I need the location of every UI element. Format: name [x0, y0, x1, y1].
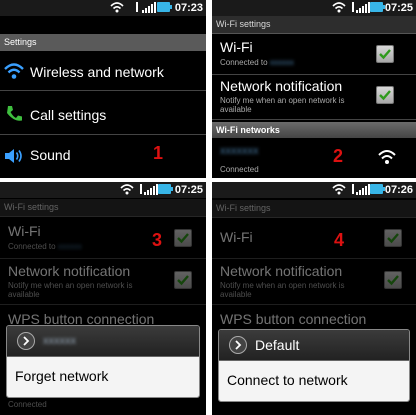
wifi-toggle-row[interactable]: Wi-Fi Connected to xxxxxx: [212, 34, 416, 75]
page-title: Wi-Fi settings: [0, 199, 206, 217]
forget-network-button[interactable]: Forget network: [7, 357, 199, 397]
wifi-title: Wi-Fi: [8, 223, 41, 239]
panel-connect-network: 07:26 Wi-Fi settings Wi-Fi Network notif…: [212, 182, 416, 415]
dialog-title: xxxxxx: [43, 335, 76, 347]
wifi-signal-icon: [378, 149, 396, 170]
menu-item-label: Call settings: [30, 107, 107, 123]
status-time: 07:26: [384, 184, 413, 196]
network-context-dialog: Default Connect to network: [218, 329, 410, 402]
menu-item-call-settings[interactable]: Call settings: [0, 96, 206, 135]
step-number: 2: [333, 146, 344, 166]
wifi-toggle-row: Wi-Fi: [212, 218, 416, 259]
usb-icon: [134, 1, 140, 16]
battery-icon: [157, 1, 172, 16]
status-bar: 07:25: [212, 0, 416, 16]
speaker-icon: [4, 148, 24, 169]
wifi-title: Wi-Fi: [220, 39, 253, 55]
signal-icon: [356, 1, 370, 16]
notification-title: Network notification: [220, 263, 343, 279]
notification-checkbox[interactable]: [376, 86, 394, 104]
step-number: 3: [152, 230, 163, 250]
wifi-icon: [4, 62, 24, 85]
network-notification-row: Network notification Notify me when an o…: [212, 260, 416, 305]
wps-title: WPS button connection: [220, 311, 367, 327]
status-bar: 07:25: [0, 182, 206, 198]
menu-item-wireless[interactable]: Wireless and network: [0, 52, 206, 91]
network-status: Connected: [220, 165, 259, 174]
network-list-item[interactable]: xxxxxxx Connected: [212, 139, 416, 177]
wps-row: WPS button connection: [212, 308, 416, 328]
wifi-title: Wi-Fi: [220, 229, 253, 245]
chevron-right-icon: [17, 332, 35, 350]
wifi-status-icon: [332, 183, 346, 198]
status-bar: 07:26: [212, 182, 416, 198]
status-time: 07:25: [384, 2, 413, 14]
signal-icon: [142, 1, 156, 16]
status-time: 07:25: [174, 184, 203, 196]
panel-wifi-settings: 07:25 Wi-Fi settings Wi-Fi Connected to …: [212, 0, 416, 178]
notification-checkbox: [384, 271, 402, 289]
network-notification-row[interactable]: Network notification Notify me when an o…: [212, 75, 416, 120]
wifi-networks-header: Wi-Fi networks: [212, 122, 416, 138]
signal-icon: [356, 183, 370, 198]
network-context-dialog: xxxxxx Forget network: [6, 325, 200, 398]
wifi-status: Connected to xxxxxx: [220, 58, 294, 67]
step-number: 1: [153, 143, 164, 163]
notification-desc: Notify me when an open network is availa…: [8, 281, 133, 299]
notification-desc: Notify me when an open network is availa…: [220, 96, 345, 114]
wifi-status: Connected to xxxxxx: [8, 242, 82, 251]
notification-title: Network notification: [8, 263, 131, 279]
wifi-status-icon: [120, 183, 134, 198]
network-status: Connected: [8, 400, 47, 409]
wifi-checkbox: [174, 229, 192, 247]
dialog-header: xxxxxx: [7, 326, 199, 357]
battery-icon: [370, 183, 385, 198]
phone-icon: [4, 104, 24, 129]
battery-icon: [370, 1, 385, 16]
page-title: Settings: [0, 34, 206, 51]
network-name: xxxxxxx: [220, 145, 259, 157]
signal-icon: [144, 183, 158, 198]
panel-settings: 07:23 Settings Wireless and network Call…: [0, 0, 206, 178]
dialog-header: Default: [219, 330, 409, 361]
chevron-right-icon: [229, 336, 247, 354]
wifi-status-icon: [110, 1, 124, 16]
network-notification-row: Network notification Notify me when an o…: [0, 260, 206, 305]
forget-network-label: Forget network: [15, 368, 109, 384]
notification-title: Network notification: [220, 78, 343, 94]
wifi-checkbox: [384, 229, 402, 247]
notification-checkbox: [174, 271, 192, 289]
status-bar: 07:23: [0, 0, 206, 16]
menu-item-label: Wireless and network: [30, 64, 164, 80]
wifi-toggle-row: Wi-Fi Connected to xxxxxx: [0, 218, 206, 259]
step-number: 4: [334, 230, 345, 250]
battery-icon: [158, 183, 173, 198]
menu-item-sound[interactable]: Sound: [0, 138, 206, 176]
dialog-title: Default: [255, 337, 300, 353]
connect-network-label: Connect to network: [227, 372, 348, 388]
status-time: 07:23: [174, 2, 203, 14]
page-title: Wi-Fi settings: [212, 16, 416, 34]
menu-item-label: Sound: [30, 147, 71, 163]
panel-forget-network: 07:25 Wi-Fi settings Wi-Fi Connected to …: [0, 182, 206, 415]
wifi-status-icon: [332, 1, 346, 16]
wifi-checkbox[interactable]: [376, 45, 394, 63]
connect-network-button[interactable]: Connect to network: [219, 361, 409, 401]
notification-desc: Notify me when an open network is availa…: [220, 281, 345, 299]
page-title: Wi-Fi settings: [212, 200, 416, 218]
